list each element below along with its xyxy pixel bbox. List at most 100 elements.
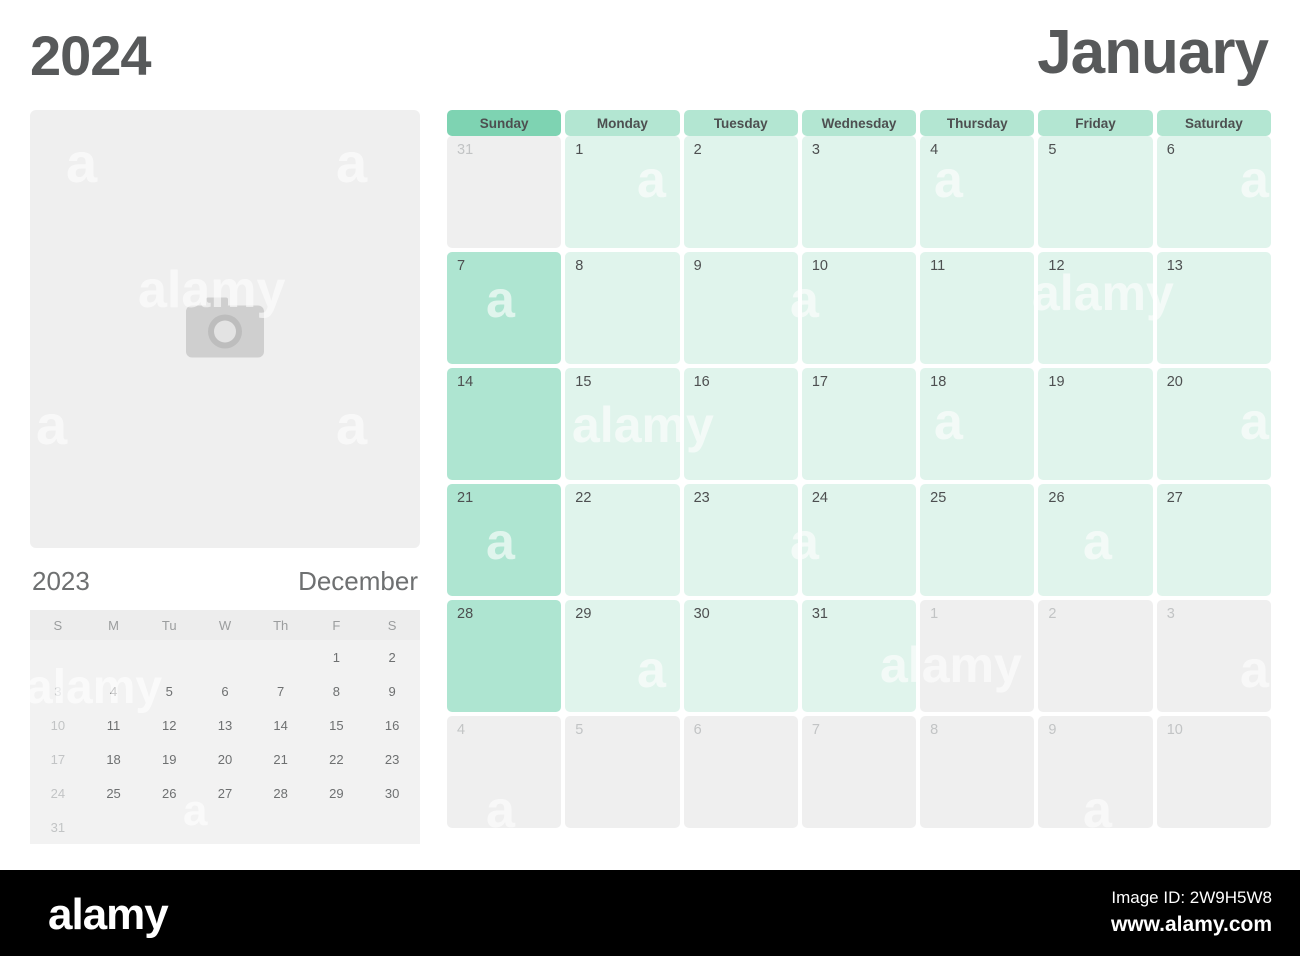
day-cell[interactable]: 6 bbox=[683, 716, 798, 828]
day-number: 7 bbox=[811, 722, 820, 738]
day-cell[interactable]: 31 bbox=[801, 600, 917, 712]
day-number: 5 bbox=[1048, 142, 1057, 158]
day-cell[interactable]: 6 bbox=[1156, 136, 1271, 248]
day-cell[interactable]: 9 bbox=[1038, 716, 1153, 828]
mini-day-cell[interactable]: 19 bbox=[141, 742, 198, 776]
day-cell[interactable]: 1 bbox=[920, 600, 1035, 712]
day-number: 5 bbox=[575, 722, 584, 738]
day-cell[interactable]: 28 bbox=[447, 600, 562, 712]
day-cell[interactable]: 10 bbox=[1156, 716, 1271, 828]
day-cell[interactable]: 29 bbox=[565, 600, 680, 712]
mini-day-cell[interactable]: 3 bbox=[30, 674, 86, 708]
mini-calendar-year: 2023 bbox=[32, 566, 90, 596]
mini-day-cell[interactable]: 27 bbox=[197, 776, 253, 810]
mini-day-cell[interactable]: 8 bbox=[308, 674, 365, 708]
mini-day-cell[interactable]: 23 bbox=[364, 742, 420, 776]
day-cell[interactable]: 1 bbox=[565, 136, 680, 248]
day-cell[interactable]: 13 bbox=[1156, 252, 1271, 364]
mini-day-cell[interactable]: 18 bbox=[85, 742, 142, 776]
watermark-letter: a bbox=[336, 131, 368, 194]
mini-day-cell[interactable]: 22 bbox=[308, 742, 365, 776]
day-cell[interactable]: 7 bbox=[447, 252, 562, 364]
mini-day-cell[interactable]: 29 bbox=[308, 776, 365, 810]
alamy-watermark-bar: alamy Image ID: 2W9H5W8 www.alamy.com bbox=[0, 870, 1300, 956]
day-cell[interactable]: 26 bbox=[1038, 484, 1153, 596]
day-cell[interactable]: 23 bbox=[683, 484, 798, 596]
mini-day-cell[interactable]: 31 bbox=[30, 810, 86, 844]
mini-day-cell[interactable]: 14 bbox=[252, 708, 309, 742]
day-number: 14 bbox=[457, 374, 474, 390]
mini-day-cell-empty bbox=[30, 640, 86, 674]
mini-day-cell[interactable]: 24 bbox=[30, 776, 86, 810]
day-cell[interactable]: 14 bbox=[447, 368, 562, 480]
day-cell[interactable]: 18 bbox=[920, 368, 1035, 480]
day-cell[interactable]: 5 bbox=[565, 716, 680, 828]
mini-day-cell[interactable]: 20 bbox=[197, 742, 253, 776]
day-cell[interactable]: 12 bbox=[1038, 252, 1153, 364]
mini-day-cell[interactable]: 6 bbox=[197, 674, 253, 708]
day-cell[interactable]: 21 bbox=[447, 484, 562, 596]
mini-day-cell[interactable]: 1 bbox=[308, 640, 365, 674]
day-number: 31 bbox=[457, 142, 474, 158]
day-number: 1 bbox=[930, 606, 939, 622]
mini-day-cell[interactable]: 28 bbox=[252, 776, 309, 810]
mini-calendar-week-row: 24 25 26 27 28 29 30 bbox=[30, 776, 420, 810]
day-number: 22 bbox=[575, 490, 592, 506]
calendar-week-row: 4 5 6 7 8 9 10 bbox=[447, 716, 1271, 828]
mini-day-cell[interactable]: 13 bbox=[197, 708, 253, 742]
day-cell[interactable]: 8 bbox=[920, 716, 1035, 828]
mini-day-cell[interactable]: 25 bbox=[85, 776, 142, 810]
day-cell[interactable]: 9 bbox=[683, 252, 798, 364]
page-title-year: 2024 bbox=[30, 24, 152, 87]
day-cell[interactable]: 22 bbox=[565, 484, 680, 596]
mini-day-cell[interactable]: 12 bbox=[141, 708, 198, 742]
mini-day-cell[interactable]: 10 bbox=[30, 708, 86, 742]
mini-day-cell[interactable]: 26 bbox=[141, 776, 198, 810]
mini-day-cell[interactable]: 16 bbox=[364, 708, 420, 742]
day-cell[interactable]: 19 bbox=[1038, 368, 1153, 480]
day-cell[interactable]: 25 bbox=[920, 484, 1035, 596]
mini-day-cell[interactable]: 21 bbox=[252, 742, 309, 776]
mini-day-cell[interactable]: 11 bbox=[85, 708, 142, 742]
mini-day-cell[interactable]: 15 bbox=[308, 708, 365, 742]
day-cell[interactable]: 16 bbox=[683, 368, 798, 480]
day-cell[interactable]: 3 bbox=[1156, 600, 1271, 712]
mini-day-cell[interactable]: 30 bbox=[364, 776, 420, 810]
mini-day-cell[interactable]: 5 bbox=[141, 674, 198, 708]
day-cell[interactable]: 20 bbox=[1156, 368, 1271, 480]
mini-day-cell[interactable]: 7 bbox=[252, 674, 309, 708]
mini-weekday-header: W bbox=[197, 610, 253, 640]
mini-day-cell[interactable]: 9 bbox=[364, 674, 420, 708]
day-number: 13 bbox=[1166, 258, 1183, 274]
watermark-letter: a bbox=[336, 393, 368, 456]
mini-calendar-week-row: 12 bbox=[30, 640, 420, 674]
day-cell[interactable]: 2 bbox=[683, 136, 798, 248]
day-number: 8 bbox=[930, 722, 939, 738]
calendar-week-row: 7 8 9 10 11 12 13 bbox=[447, 252, 1271, 364]
day-cell[interactable]: 2 bbox=[1038, 600, 1153, 712]
mini-calendar: S M Tu W Th F S 1 2 3 4 5 6 7 8 9 10 11 12 13 14 15 16 1… bbox=[30, 610, 420, 844]
day-number: 3 bbox=[811, 142, 820, 158]
day-cell[interactable]: 27 bbox=[1156, 484, 1271, 596]
mini-day-cell-empty bbox=[252, 640, 309, 674]
day-number: 11 bbox=[930, 258, 946, 274]
day-cell[interactable]: 4 bbox=[920, 136, 1035, 248]
day-cell[interactable]: 7 bbox=[801, 716, 917, 828]
day-cell[interactable]: 24 bbox=[801, 484, 917, 596]
mini-day-cell[interactable]: 4 bbox=[85, 674, 142, 708]
day-cell[interactable]: 17 bbox=[801, 368, 917, 480]
day-cell[interactable]: 31 bbox=[447, 136, 562, 248]
day-cell[interactable]: 5 bbox=[1038, 136, 1153, 248]
day-cell[interactable]: 11 bbox=[920, 252, 1035, 364]
day-cell[interactable]: 8 bbox=[565, 252, 680, 364]
mini-day-cell[interactable]: 2 bbox=[364, 640, 420, 674]
day-cell[interactable]: 3 bbox=[801, 136, 917, 248]
mini-calendar-month: December bbox=[298, 566, 418, 596]
mini-day-cell[interactable]: 17 bbox=[30, 742, 86, 776]
mini-calendar-week-row: 10 11 12 13 14 15 16 bbox=[30, 708, 420, 742]
day-cell[interactable]: 15 bbox=[565, 368, 680, 480]
day-cell[interactable]: 10 bbox=[801, 252, 917, 364]
day-cell[interactable]: 4 bbox=[447, 716, 562, 828]
day-cell[interactable]: 30 bbox=[683, 600, 798, 712]
weekday-header-wednesday: Wednesday bbox=[801, 110, 917, 136]
